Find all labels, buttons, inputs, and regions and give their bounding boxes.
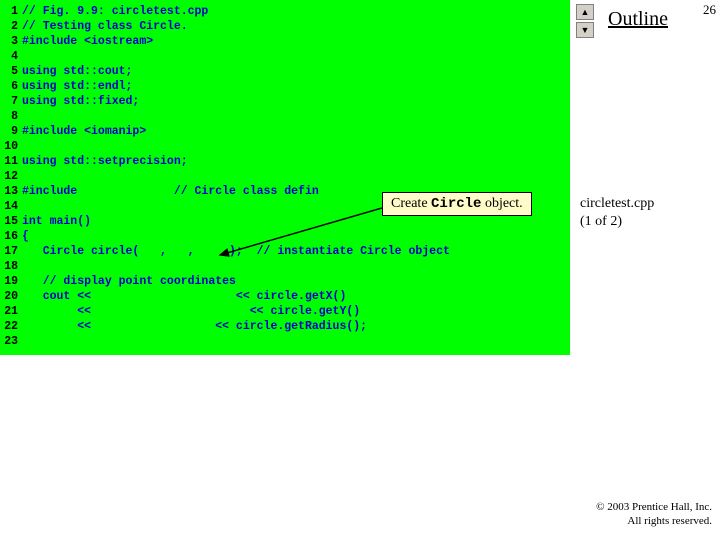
line-number: 21	[0, 304, 22, 319]
line-number: 23	[0, 334, 22, 349]
code-text: #include <iomanip>	[22, 124, 570, 139]
code-text: using std::setprecision;	[22, 154, 570, 169]
code-text: // Testing class Circle.	[22, 19, 570, 34]
nav-arrows: ▲ ▼	[576, 4, 594, 38]
code-text: using std::cout;	[22, 64, 570, 79]
line-number: 15	[0, 214, 22, 229]
code-text: cout << << circle.getX()	[22, 289, 570, 304]
code-line: 19 // display point coordinates	[0, 274, 570, 289]
footer-line1: © 2003 Prentice Hall, Inc.	[596, 500, 712, 514]
nav-up-button[interactable]: ▲	[576, 4, 594, 20]
line-number: 14	[0, 199, 22, 214]
code-line: 11using std::setprecision;	[0, 154, 570, 169]
code-text: {	[22, 229, 570, 244]
code-text	[22, 334, 570, 349]
code-line: 7using std::fixed;	[0, 94, 570, 109]
line-number: 16	[0, 229, 22, 244]
file-caption-part: (1 of 2)	[580, 213, 654, 231]
copyright-footer: © 2003 Prentice Hall, Inc. All rights re…	[596, 500, 712, 528]
code-line: 20 cout << << circle.getX()	[0, 289, 570, 304]
code-text	[22, 109, 570, 124]
code-line: 4	[0, 49, 570, 64]
line-number: 7	[0, 94, 22, 109]
code-line: 15int main()	[0, 214, 570, 229]
code-text: << << circle.getY()	[22, 304, 570, 319]
line-number: 9	[0, 124, 22, 139]
code-line: 12	[0, 169, 570, 184]
code-line: 23	[0, 334, 570, 349]
line-number: 19	[0, 274, 22, 289]
code-listing: 1// Fig. 9.9: circletest.cpp2// Testing …	[0, 0, 570, 355]
code-line: 6using std::endl;	[0, 79, 570, 94]
line-number: 17	[0, 244, 22, 259]
line-number: 5	[0, 64, 22, 79]
code-text: // Fig. 9.9: circletest.cpp	[22, 4, 570, 19]
code-text	[22, 139, 570, 154]
line-number: 11	[0, 154, 22, 169]
code-line: 22 << << circle.getRadius();	[0, 319, 570, 334]
line-number: 22	[0, 319, 22, 334]
code-line: 9#include <iomanip>	[0, 124, 570, 139]
code-line: 21 << << circle.getY()	[0, 304, 570, 319]
file-caption-filename: circletest.cpp	[580, 195, 654, 213]
line-number: 12	[0, 169, 22, 184]
code-line: 18	[0, 259, 570, 274]
code-line: 17 Circle circle( , , ); // instantiate …	[0, 244, 570, 259]
line-number: 13	[0, 184, 22, 199]
slide-number: 26	[703, 2, 716, 18]
line-number: 18	[0, 259, 22, 274]
callout-text-prefix: Create	[391, 196, 431, 211]
arrow-down-icon: ▼	[581, 25, 590, 35]
code-line: 5using std::cout;	[0, 64, 570, 79]
code-line: 3#include <iostream>	[0, 34, 570, 49]
code-line: 16{	[0, 229, 570, 244]
code-text: #include <iostream>	[22, 34, 570, 49]
file-caption: circletest.cpp (1 of 2)	[580, 195, 654, 231]
outline-title: Outline	[608, 8, 668, 31]
nav-down-button[interactable]: ▼	[576, 22, 594, 38]
footer-line2: All rights reserved.	[596, 514, 712, 528]
arrow-up-icon: ▲	[581, 7, 590, 17]
line-number: 1	[0, 4, 22, 19]
code-text	[22, 49, 570, 64]
code-text: using std::fixed;	[22, 94, 570, 109]
code-text	[22, 259, 570, 274]
line-number: 10	[0, 139, 22, 154]
code-text: int main()	[22, 214, 570, 229]
code-line: 8	[0, 109, 570, 124]
code-line: 10	[0, 139, 570, 154]
code-line: 1// Fig. 9.9: circletest.cpp	[0, 4, 570, 19]
code-text: << << circle.getRadius();	[22, 319, 570, 334]
sidebar: ▲ ▼ Outline 26 circletest.cpp (1 of 2)	[570, 0, 720, 540]
code-text: // display point coordinates	[22, 274, 570, 289]
callout-box: Create Circle object.	[382, 192, 532, 216]
code-text	[22, 169, 570, 184]
line-number: 20	[0, 289, 22, 304]
code-text: Circle circle( , , ); // instantiate Cir…	[22, 244, 570, 259]
line-number: 4	[0, 49, 22, 64]
line-number: 3	[0, 34, 22, 49]
callout-text-suffix: object.	[481, 196, 522, 211]
code-line: 2// Testing class Circle.	[0, 19, 570, 34]
code-text: using std::endl;	[22, 79, 570, 94]
line-number: 6	[0, 79, 22, 94]
line-number: 2	[0, 19, 22, 34]
callout-text-mono: Circle	[431, 196, 481, 212]
line-number: 8	[0, 109, 22, 124]
